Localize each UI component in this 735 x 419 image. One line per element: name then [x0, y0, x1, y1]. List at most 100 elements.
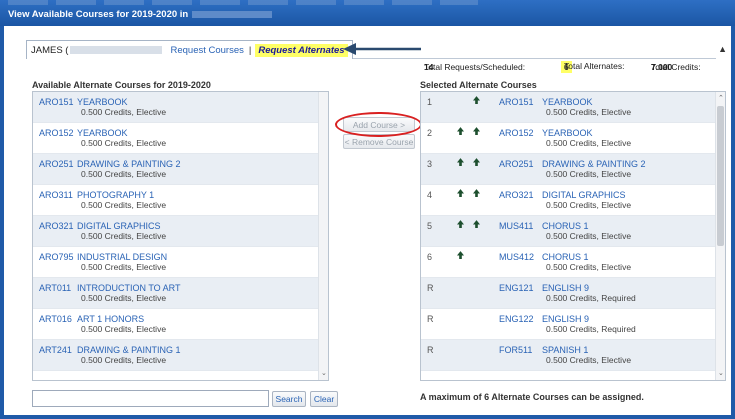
clear-button[interactable]: Clear [310, 391, 338, 407]
scrollbar-thumb[interactable] [717, 106, 724, 246]
move-up-icon[interactable] [473, 127, 480, 135]
student-name: JAMES ( [31, 44, 69, 56]
selected-list-scrollbar[interactable]: ⌃ ⌄ [715, 92, 725, 380]
move-down-icon[interactable] [457, 220, 464, 228]
list-item[interactable]: 2 ARO152 YEARBOOK 0.500 Credits, Electiv… [421, 123, 716, 154]
move-down-icon[interactable] [457, 127, 464, 135]
print-icon[interactable]: ▲ [718, 44, 727, 54]
total-requests-label: Total Requests/Scheduled: [424, 62, 526, 72]
list-item[interactable]: 1 ARO151 YEARBOOK 0.500 Credits, Electiv… [421, 92, 716, 123]
course-code: ARO311 [39, 190, 73, 200]
move-down-icon[interactable] [457, 189, 464, 197]
redacted-student-id [70, 46, 163, 54]
list-item[interactable]: 4 ARO321 DIGITAL GRAPHICS 0.500 Credits,… [421, 185, 716, 216]
course-code: MUS412 [499, 252, 535, 262]
course-code: ARO151 [39, 97, 74, 107]
list-item[interactable]: R ENG122 ENGLISH 9 0.500 Credits, Requir… [421, 309, 716, 340]
list-item[interactable]: ART016 ART 1 HONORS 0.500 Credits, Elect… [33, 309, 319, 340]
list-item[interactable]: 6 MUS412 CHORUS 1 0.500 Credits, Electiv… [421, 247, 716, 278]
available-list-scrollbar[interactable]: ⌄ [318, 92, 328, 380]
course-code: ARO795 [39, 252, 74, 262]
available-courses-list[interactable]: ARO151 YEARBOOK 0.500 Credits, Elective … [32, 91, 329, 381]
tab-request-alternates[interactable]: Request Alternates [255, 43, 348, 57]
course-name: YEARBOOK [542, 128, 593, 138]
course-rank: 1 [427, 97, 433, 107]
content-area: JAMES ( Request Courses | Request Altern… [4, 26, 731, 415]
course-name: PHOTOGRAPHY 1 [77, 190, 155, 200]
course-name: DRAWING & PAINTING 1 [77, 345, 181, 355]
course-rank: 2 [427, 128, 433, 138]
list-item[interactable]: ART011 INTRODUCTION TO ART 0.500 Credits… [33, 278, 319, 309]
course-credits: 0.500 Credits, Elective [546, 138, 632, 148]
course-name: SPANISH 1 [542, 345, 589, 355]
course-credits: 0.500 Credits, Elective [81, 231, 167, 241]
course-name: ENGLISH 9 [542, 283, 590, 293]
course-name: DRAWING & PAINTING 2 [542, 159, 646, 169]
course-credits: 0.500 Credits, Elective [81, 138, 167, 148]
course-code: MUS411 [499, 221, 534, 231]
redacted-school-name [192, 10, 273, 18]
list-item[interactable]: ARO151 YEARBOOK 0.500 Credits, Elective [33, 92, 319, 123]
course-credits: 0.500 Credits, Elective [81, 293, 167, 303]
list-item[interactable]: R FOR511 SPANISH 1 0.500 Credits, Electi… [421, 340, 716, 371]
search-button[interactable]: Search [272, 391, 306, 407]
scroll-down-icon[interactable]: ⌄ [718, 369, 724, 377]
scroll-down-icon[interactable]: ⌄ [321, 369, 327, 377]
course-name: DRAWING & PAINTING 2 [77, 159, 181, 169]
selected-courses-heading: Selected Alternate Courses [420, 80, 537, 90]
list-item[interactable]: ARO311 PHOTOGRAPHY 1 0.500 Credits, Elec… [33, 185, 319, 216]
tab-request-courses[interactable]: Request Courses [170, 45, 243, 56]
list-item[interactable]: ARO321 DIGITAL GRAPHICS 0.500 Credits, E… [33, 216, 319, 247]
list-item[interactable]: ARO152 YEARBOOK 0.500 Credits, Elective [33, 123, 319, 154]
course-rank: R [427, 283, 434, 293]
student-tab: JAMES ( Request Courses | Request Altern… [26, 40, 353, 59]
course-credits: 0.500 Credits, Elective [81, 355, 167, 365]
selected-courses-list[interactable]: 1 ARO151 YEARBOOK 0.500 Credits, Electiv… [420, 91, 726, 381]
search-input[interactable] [32, 390, 269, 407]
course-credits: 0.500 Credits, Elective [546, 231, 632, 241]
course-code: ARO152 [39, 128, 74, 138]
list-item[interactable]: 5 MUS411 CHORUS 1 0.500 Credits, Electiv… [421, 216, 716, 247]
move-up-icon[interactable] [473, 158, 480, 166]
course-credits: 0.500 Credits, Elective [81, 324, 167, 334]
course-name: YEARBOOK [77, 97, 128, 107]
course-rank: R [427, 345, 434, 355]
title-bar: View Available Courses for 2019-2020 in [0, 0, 735, 26]
course-name: CHORUS 1 [542, 252, 589, 262]
course-name: ART 1 HONORS [77, 314, 145, 324]
course-code: ENG122 [499, 314, 534, 324]
course-name: DIGITAL GRAPHICS [542, 190, 626, 200]
course-rank: 6 [427, 252, 433, 262]
list-item[interactable]: 3 ARO251 DRAWING & PAINTING 2 0.500 Cred… [421, 154, 716, 185]
course-rank: R [427, 314, 434, 324]
move-up-icon[interactable] [473, 96, 480, 104]
max-alternates-note: A maximum of 6 Alternate Courses can be … [420, 392, 644, 402]
move-down-icon[interactable] [457, 158, 464, 166]
move-up-icon[interactable] [473, 189, 480, 197]
list-item[interactable]: ART241 DRAWING & PAINTING 1 0.500 Credit… [33, 340, 319, 371]
course-code: ARO251 [499, 159, 534, 169]
course-credits: 0.500 Credits, Elective [546, 262, 632, 272]
course-code: ARO251 [39, 159, 74, 169]
course-credits: 0.500 Credits, Elective [546, 355, 632, 365]
course-name: YEARBOOK [77, 128, 128, 138]
move-up-icon[interactable] [473, 220, 480, 228]
list-item[interactable]: ARO251 DRAWING & PAINTING 2 0.500 Credit… [33, 154, 319, 185]
tab-separator: | [248, 44, 252, 56]
scroll-up-icon[interactable]: ⌃ [718, 94, 724, 102]
total-alternates-label: Total Alternates: [564, 61, 625, 71]
move-down-icon[interactable] [457, 251, 464, 259]
available-courses-heading: Available Alternate Courses for 2019-202… [32, 80, 211, 90]
course-credits: 0.500 Credits, Elective [546, 169, 632, 179]
course-name: DIGITAL GRAPHICS [77, 221, 161, 231]
course-rank: 4 [427, 190, 433, 200]
annotation-arrow-icon [343, 43, 421, 55]
course-credits: 0.500 Credits, Elective [546, 107, 632, 117]
title-bar-faded-text [8, 0, 478, 5]
list-item[interactable]: R ENG121 ENGLISH 9 0.500 Credits, Requir… [421, 278, 716, 309]
app-window: View Available Courses for 2019-2020 in … [0, 0, 735, 419]
course-name: ENGLISH 9 [542, 314, 590, 324]
list-item[interactable]: ARO795 INDUSTRIAL DESIGN 0.500 Credits, … [33, 247, 319, 278]
course-name: INTRODUCTION TO ART [77, 283, 181, 293]
course-code: ARO152 [499, 128, 534, 138]
